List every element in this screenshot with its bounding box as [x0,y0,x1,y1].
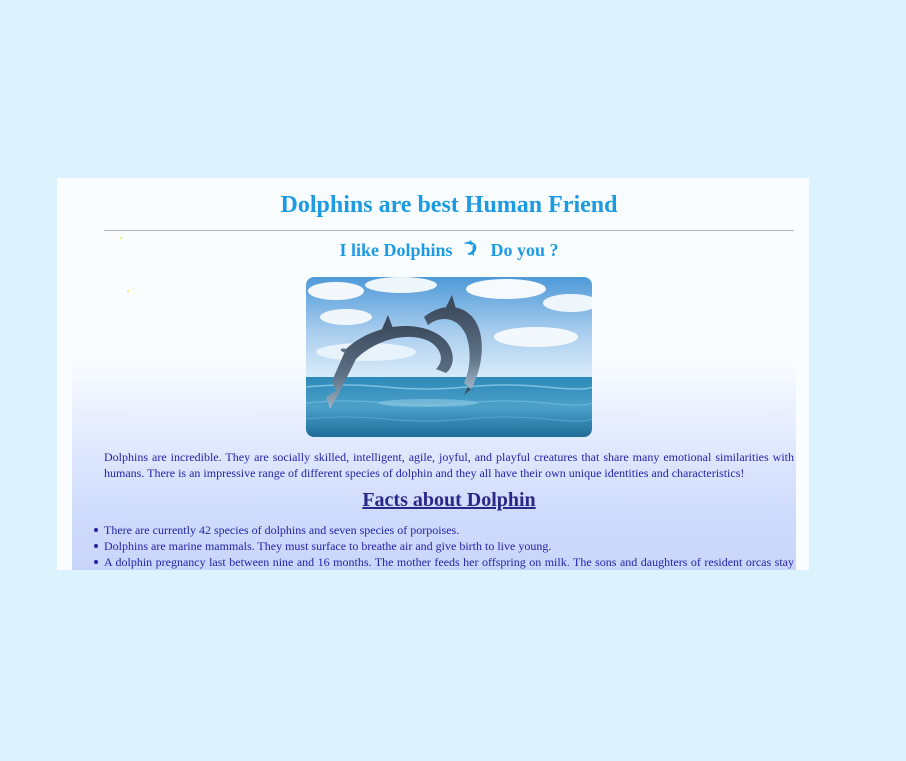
subtitle-text-before: I like Dolphins [339,240,453,260]
title-divider [104,230,794,231]
intro-paragraph: Dolphins are incredible. They are social… [104,450,794,480]
dolphin-photo [306,277,592,437]
content-panel: Dolphins are best Human Friend I like Do… [72,178,796,570]
bullet-icon [94,560,98,564]
facts-list: There are currently 42 species of dolphi… [94,522,794,570]
list-item: Dolphins are marine mammals. They must s… [94,538,794,554]
list-item: A dolphin pregnancy last between nine an… [94,554,794,570]
subtitle-text-after: Do you ? [490,240,559,260]
facts-heading: Facts about Dolphin [362,489,536,511]
sparkle-decoration [127,290,129,292]
subtitle: I like Dolphins Do you ? [104,238,794,262]
fact-text: There are currently 42 species of dolphi… [104,523,460,537]
content-card: Dolphins are best Human Friend I like Do… [57,178,809,570]
page-title: Dolphins are best Human Friend [280,192,618,218]
fact-text: A dolphin pregnancy last between nine an… [104,555,794,569]
bullet-icon [94,528,98,532]
dolphin-illustration [306,277,592,437]
dolphin-icon [463,240,476,257]
list-item: There are currently 42 species of dolphi… [94,522,794,538]
fact-text: Dolphins are marine mammals. They must s… [104,539,552,553]
bullet-icon [94,544,98,548]
